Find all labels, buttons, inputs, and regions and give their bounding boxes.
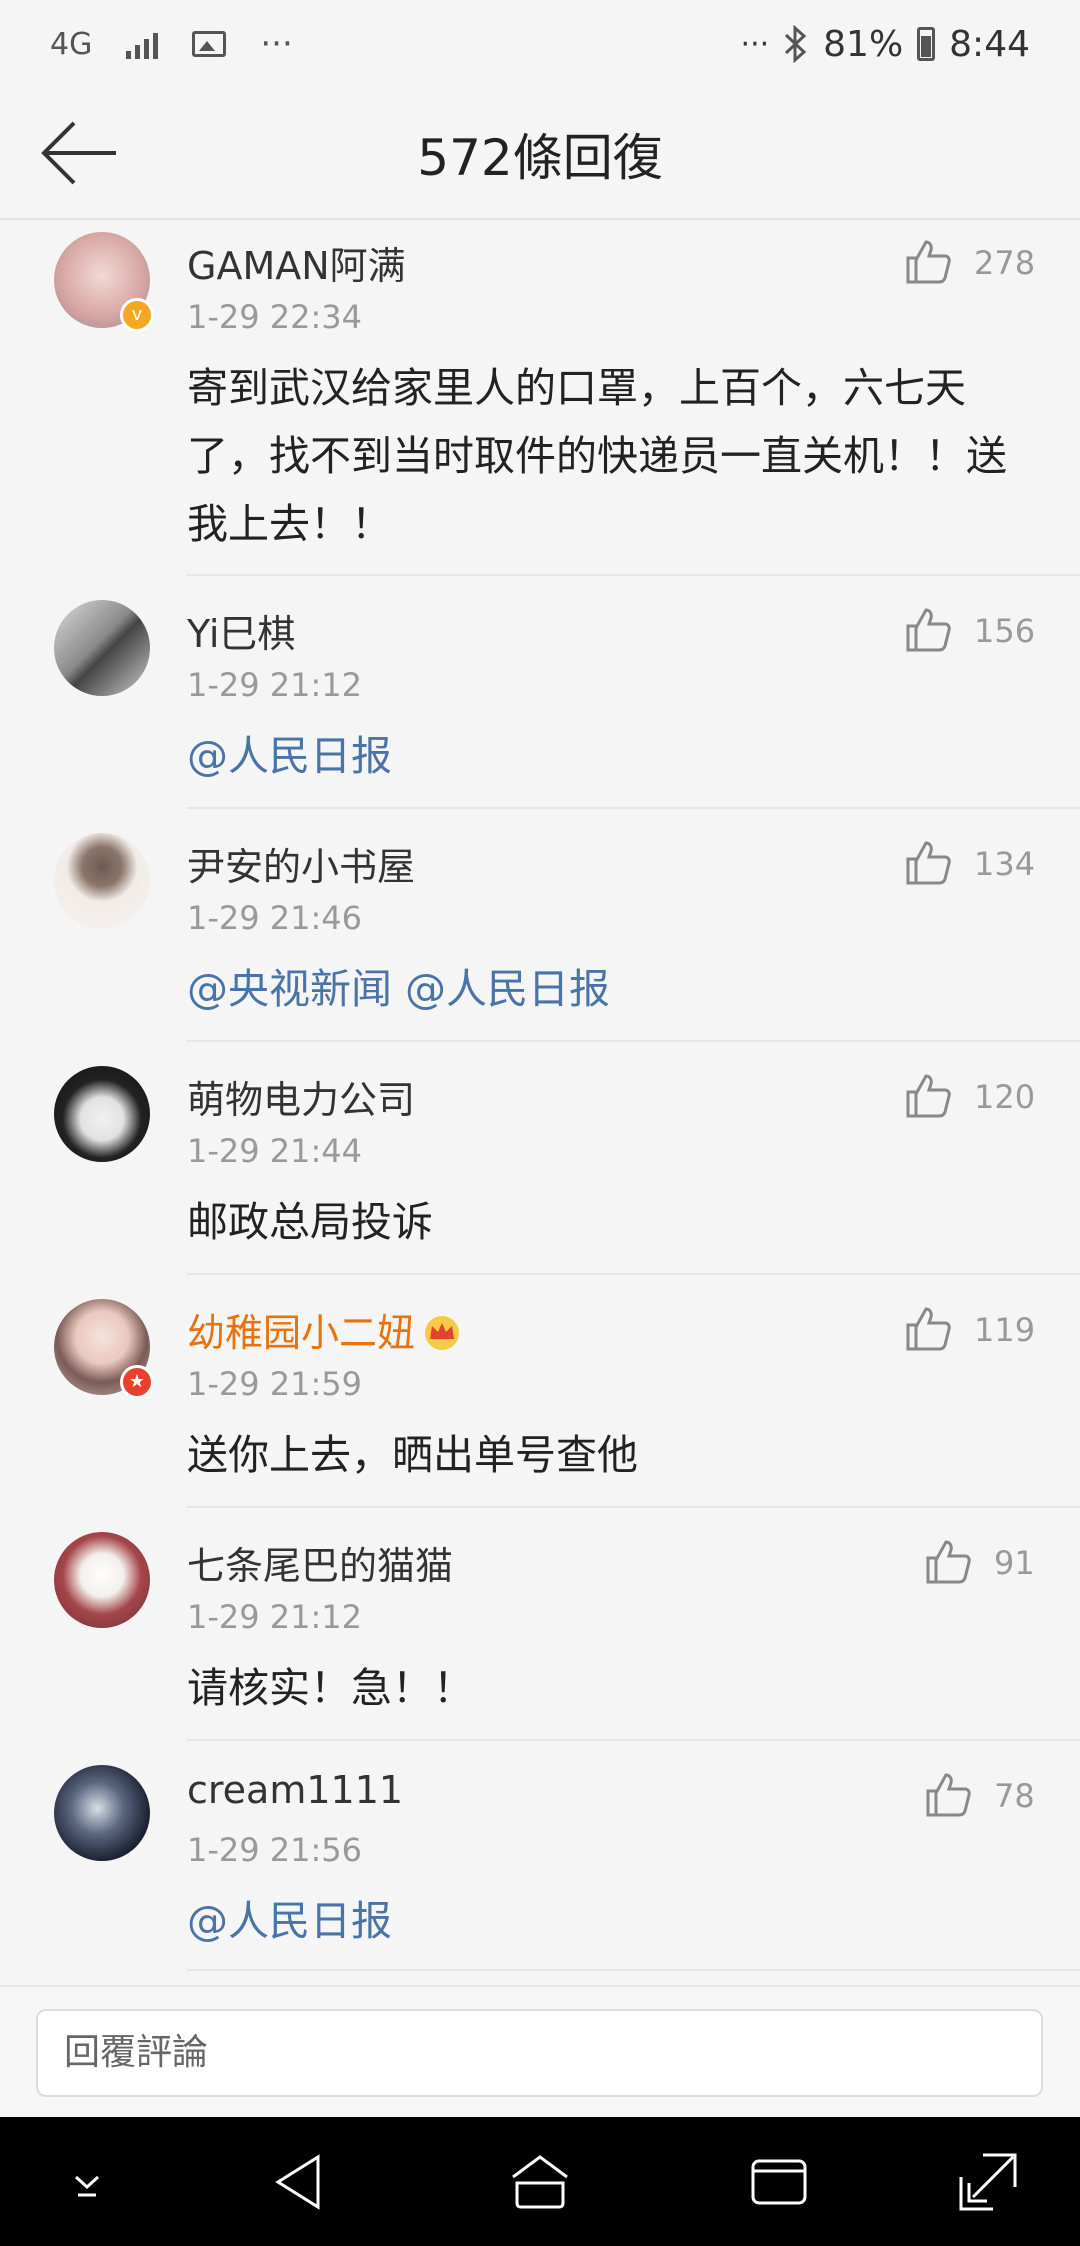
battery-percent: 81% — [823, 23, 904, 65]
recent-apps-icon[interactable] — [746, 2149, 812, 2215]
comment-time: 1-29 21:12 — [187, 1598, 363, 1636]
mention-link[interactable]: @央视新闻 @人民日报 — [187, 955, 1037, 1023]
comment-time: 1-29 21:56 — [187, 1831, 363, 1869]
system-nav-bar — [0, 2117, 1080, 2246]
page-title: 572條回復 — [417, 129, 663, 187]
comment-item: ★ 幼稚园小二妞 1-29 21:59 送你上去，晒出单号查他 119 — [0, 1275, 1080, 1508]
like-icon[interactable] — [904, 1305, 952, 1353]
comment-time: 1-29 21:59 — [187, 1365, 363, 1403]
avatar[interactable] — [54, 833, 150, 929]
back-nav-icon[interactable] — [268, 2149, 334, 2215]
home-nav-icon[interactable] — [507, 2149, 573, 2215]
status-bar: 4G ··· ··· 81% 8:44 — [0, 0, 1080, 88]
expand-icon[interactable] — [955, 2149, 1021, 2215]
like-count: 78 — [994, 1777, 1035, 1815]
comment-text: 寄到武汉给家里人的口罩，上百个，六七天了，找不到当时取件的快递员一直关机！！送我… — [187, 364, 1007, 548]
like-icon[interactable] — [924, 1538, 972, 1586]
battery-icon — [917, 27, 936, 61]
avatar[interactable] — [54, 600, 150, 696]
comment-item: cream1111 1-29 21:56 @人民日报 78 — [0, 1741, 1080, 1971]
like-count: 278 — [974, 244, 1036, 282]
like-icon[interactable] — [904, 839, 952, 887]
like-icon[interactable] — [904, 238, 952, 286]
comment-author[interactable]: GAMAN阿满 — [187, 235, 406, 290]
clock: 8:44 — [949, 23, 1030, 65]
bluetooth-icon — [785, 25, 807, 63]
mention-link[interactable]: @人民日报 — [187, 1887, 1037, 1955]
avatar[interactable] — [54, 1066, 150, 1162]
verified-badge-icon: v — [120, 298, 154, 332]
mention-link[interactable]: @人民日报 — [187, 722, 1037, 790]
comment-item: Yi巳棋 1-29 21:12 @人民日报 156 — [0, 576, 1080, 809]
comment-author[interactable]: 幼稚园小二妞 — [187, 1302, 461, 1357]
image-notification-icon — [192, 31, 227, 57]
comment-author[interactable]: cream1111 — [187, 1768, 403, 1812]
comment-item: 尹安的小书屋 1-29 21:46 @央视新闻 @人民日报 134 — [0, 809, 1080, 1042]
like-count: 134 — [974, 845, 1036, 883]
avatar[interactable] — [54, 1532, 150, 1628]
comment-item: v GAMAN阿满 1-29 22:34 寄到武汉给家里人的口罩，上百个，六七天… — [0, 218, 1080, 576]
comment-item: 七条尾巴的猫猫 1-29 21:12 请核实！急！！ 91 — [0, 1508, 1080, 1741]
comment-time: 1-29 21:44 — [187, 1132, 363, 1170]
status-more-icon: ··· — [740, 26, 770, 62]
comment-author[interactable]: 七条尾巴的猫猫 — [187, 1535, 453, 1590]
comment-item: 萌物电力公司 1-29 21:44 邮政总局投诉 120 — [0, 1042, 1080, 1275]
more-notifications-icon: ··· — [260, 24, 293, 64]
comment-time: 1-29 21:46 — [187, 899, 363, 937]
comment-author-label: 幼稚园小二妞 — [187, 1311, 416, 1355]
like-count: 119 — [974, 1311, 1036, 1349]
reply-bar: 回覆評論 — [0, 1985, 1080, 2119]
vip-badge-icon: ★ — [120, 1365, 154, 1399]
comment-text: 邮政总局投诉 — [187, 1198, 433, 1246]
like-icon[interactable] — [904, 606, 952, 654]
like-icon[interactable] — [904, 1072, 952, 1120]
divider — [187, 1969, 1080, 1971]
comment-time: 1-29 21:12 — [187, 666, 363, 704]
signal-icon — [126, 29, 159, 59]
comment-text: 送你上去，晒出单号查他 — [187, 1431, 638, 1479]
comment-author[interactable]: 萌物电力公司 — [187, 1069, 415, 1124]
network-type: 4G — [50, 26, 93, 62]
like-count: 120 — [974, 1078, 1036, 1116]
header: 572條回復 — [0, 88, 1080, 220]
like-count: 156 — [974, 612, 1036, 650]
comment-author[interactable]: 尹安的小书屋 — [187, 836, 415, 891]
comment-author[interactable]: Yi巳棋 — [187, 603, 295, 658]
comment-time: 1-29 22:34 — [187, 298, 363, 336]
hide-keyboard-icon[interactable] — [54, 2149, 120, 2215]
like-count: 91 — [994, 1544, 1035, 1582]
avatar[interactable] — [54, 1765, 150, 1861]
reply-input[interactable]: 回覆評論 — [36, 2009, 1043, 2097]
comment-text: 请核实！急！！ — [187, 1664, 474, 1712]
like-icon[interactable] — [924, 1771, 972, 1819]
crown-icon — [425, 1316, 460, 1350]
